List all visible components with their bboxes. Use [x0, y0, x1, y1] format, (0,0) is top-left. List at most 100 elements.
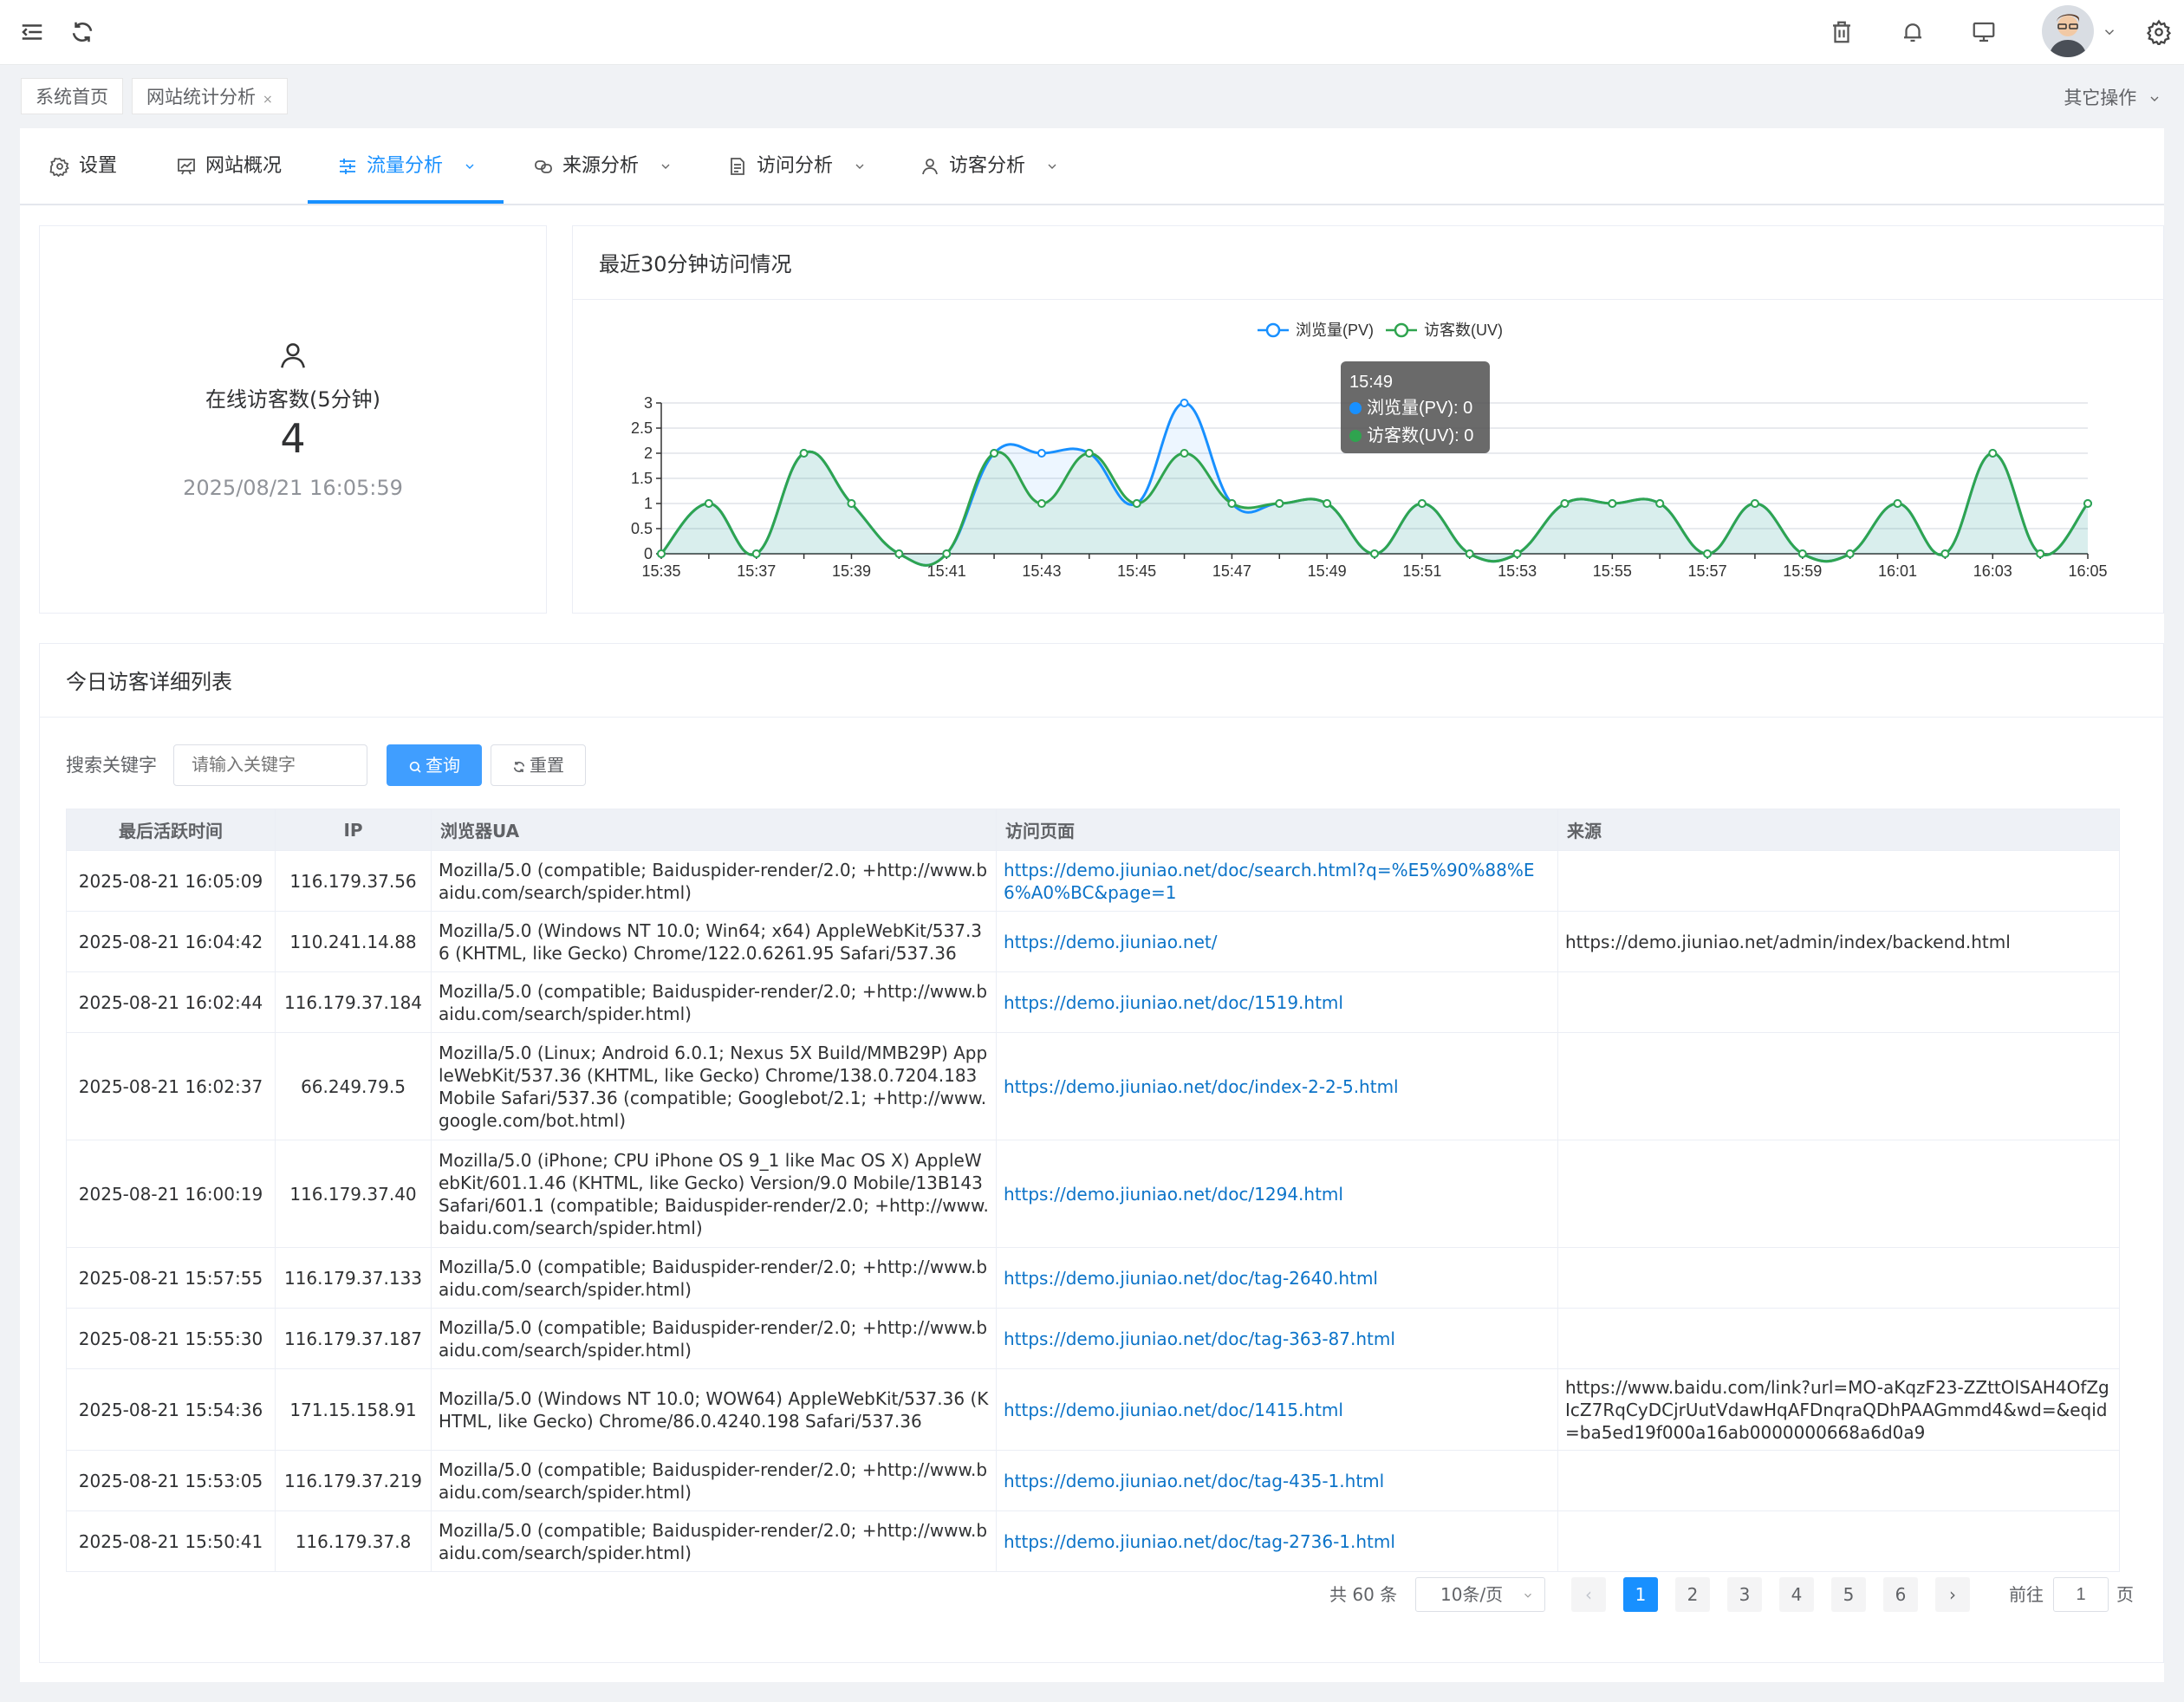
row-page-link[interactable]: https://demo.jiuniao.net/doc/1415.html: [996, 1368, 1558, 1451]
x-tick-label: 15:39: [832, 562, 871, 580]
tab-settings[interactable]: 设置: [49, 128, 117, 204]
data-point: [704, 499, 713, 508]
row-user-agent: Mozilla/5.0 (Windows NT 10.0; WOW64) App…: [431, 1368, 997, 1451]
table-row: 2025-08-21 15:55:30 116.179.37.187 Mozilla…: [66, 1308, 2120, 1369]
chevron-down-icon: [661, 164, 670, 169]
gear-icon[interactable]: [2142, 16, 2175, 49]
page-button-5[interactable]: 5: [1831, 1577, 1866, 1612]
main-panel: 设置 网站概况 流量分析 来源分析 访问分析 访客分析 在线访客数(5分钟) 4…: [20, 128, 2164, 1682]
data-point: [1988, 449, 1998, 458]
avatar[interactable]: [2042, 5, 2094, 57]
tab-visitor-analysis[interactable]: 访客分析: [920, 128, 1059, 204]
data-point: [1084, 449, 1094, 458]
row-page-link[interactable]: https://demo.jiuniao.net/doc/1294.html: [996, 1140, 1558, 1248]
page-button-6[interactable]: 6: [1883, 1577, 1918, 1612]
page-button-3[interactable]: 3: [1727, 1577, 1762, 1612]
query-button[interactable]: 查询: [387, 744, 482, 786]
tab-source-analysis[interactable]: 来源分析: [533, 128, 673, 204]
row-time: 2025-08-21 16:02:44: [66, 971, 276, 1033]
tab-visit-analysis[interactable]: 访问分析: [727, 128, 867, 204]
x-tick-label: 16:03: [1973, 562, 2012, 580]
x-tick-label: 15:43: [1022, 562, 1061, 580]
tab-source-analysis-label: 来源分析: [562, 155, 640, 177]
data-point: [1370, 549, 1379, 558]
row-page-link[interactable]: https://demo.jiuniao.net/doc/tag-435-1.h…: [996, 1450, 1558, 1511]
x-tick-label: 15:53: [1498, 562, 1537, 580]
page-size-select[interactable]: 10条/页: [1415, 1577, 1545, 1612]
prev-page-button[interactable]: ‹: [1571, 1577, 1606, 1612]
tab-site-overview-label: 网站概况: [205, 155, 283, 177]
x-tick-label: 15:45: [1117, 562, 1156, 580]
tag-site-stats-label: 网站统计分析: [146, 87, 256, 107]
chevron-down-icon: [1524, 1593, 1531, 1598]
data-point: [1655, 499, 1665, 508]
data-point: [1940, 549, 1950, 558]
tag-site-stats[interactable]: 网站统计分析 ×: [132, 78, 288, 114]
tab-traffic-analysis[interactable]: 流量分析: [308, 128, 504, 204]
menu-fold-icon[interactable]: [16, 16, 49, 49]
column-header[interactable]: 来源: [1557, 809, 2120, 851]
chevron-down-icon[interactable]: [2099, 16, 2120, 49]
x-tick-label: 15:57: [1688, 562, 1727, 580]
reset-button[interactable]: 重置: [491, 744, 586, 786]
close-icon[interactable]: ×: [263, 93, 273, 107]
x-tick-label: 15:37: [737, 562, 776, 580]
tag-home[interactable]: 系统首页: [21, 78, 123, 114]
table-row: 2025-08-21 16:05:09 116.179.37.56 Mozilla/…: [66, 850, 2120, 912]
column-header[interactable]: 最后活跃时间: [66, 809, 276, 851]
data-point: [1512, 549, 1522, 558]
column-header[interactable]: 浏览器UA: [431, 809, 997, 851]
x-tick-label: 16:01: [1878, 562, 1917, 580]
visitors-card-title: 今日访客详细列表: [66, 670, 232, 694]
data-point: [1323, 499, 1332, 508]
row-page-link[interactable]: https://demo.jiuniao.net/doc/index-2-2-5…: [996, 1032, 1558, 1140]
tooltip-marker: [1349, 430, 1362, 442]
row-page-link[interactable]: https://demo.jiuniao.net/doc/search.html…: [996, 850, 1558, 912]
x-tick-label: 15:59: [1783, 562, 1822, 580]
tab-traffic-analysis-label: 流量分析: [367, 155, 444, 177]
other-ops-dropdown[interactable]: 其它操作: [2064, 84, 2161, 110]
divider: [573, 299, 2163, 300]
row-time: 2025-08-21 15:54:36: [66, 1368, 276, 1451]
row-page-link[interactable]: https://demo.jiuniao.net/doc/tag-2640.ht…: [996, 1247, 1558, 1309]
tab-site-overview[interactable]: 网站概况: [176, 128, 282, 204]
row-source: [1557, 1510, 2120, 1572]
column-header[interactable]: IP: [275, 809, 432, 851]
chevron-down-icon: [1048, 164, 1056, 169]
monitor-icon[interactable]: [1967, 16, 2000, 49]
data-point: [1797, 549, 1807, 558]
page-button-2[interactable]: 2: [1675, 1577, 1710, 1612]
divider: [40, 717, 2163, 718]
page-button-1[interactable]: 1: [1623, 1577, 1658, 1612]
row-page-link[interactable]: https://demo.jiuniao.net/: [996, 911, 1558, 972]
row-page-link[interactable]: https://demo.jiuniao.net/doc/tag-2736-1.…: [996, 1510, 1558, 1572]
table-row: 2025-08-21 15:50:41 116.179.37.8 Mozilla/5…: [66, 1510, 2120, 1572]
link-icon: [535, 160, 552, 173]
tag-home-label: 系统首页: [36, 87, 108, 107]
trash-icon[interactable]: [1825, 16, 1858, 49]
row-page-link[interactable]: https://demo.jiuniao.net/doc/tag-363-87.…: [996, 1308, 1558, 1369]
row-source: [1557, 850, 2120, 912]
data-point: [942, 549, 952, 558]
next-page-button[interactable]: ›: [1935, 1577, 1970, 1612]
row-user-agent: Mozilla/5.0 (compatible; Baiduspider-ren…: [431, 971, 997, 1033]
page-button-4[interactable]: 4: [1779, 1577, 1814, 1612]
gear-icon: [49, 157, 69, 177]
row-time: 2025-08-21 15:50:41: [66, 1510, 276, 1572]
row-page-link[interactable]: https://demo.jiuniao.net/doc/1519.html: [996, 971, 1558, 1033]
row-user-agent: Mozilla/5.0 (Linux; Android 6.0.1; Nexus…: [431, 1032, 997, 1140]
row-ip: 116.179.37.40: [275, 1140, 432, 1248]
x-tick-label: 15:35: [641, 562, 680, 580]
chart-card: 最近30分钟访问情况 0 0.5 1 1.5 2 2.5 3 15:35 15:37 15:39 1…: [572, 225, 2164, 614]
refresh-icon[interactable]: [66, 16, 99, 49]
online-visitors-label: 在线访客数(5分钟): [205, 387, 380, 412]
user-icon: [922, 159, 938, 175]
search-input[interactable]: [173, 744, 367, 786]
column-header[interactable]: 访问页面: [996, 809, 1558, 851]
tooltip-line: 访客数(UV): 0: [1367, 426, 1473, 445]
bell-icon[interactable]: [1896, 16, 1929, 49]
online-visitors-card: 在线访客数(5分钟) 4 2025/08/21 16:05:59: [39, 225, 547, 614]
goto-page-input[interactable]: [2053, 1577, 2109, 1612]
row-ip: 116.179.37.184: [275, 971, 432, 1033]
x-tick-label: 16:05: [2068, 562, 2107, 580]
